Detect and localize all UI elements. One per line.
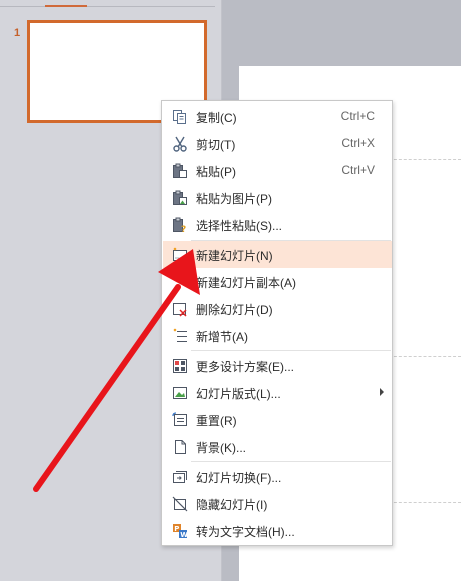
menu-item-cut[interactable]: 剪切(T) Ctrl+X <box>163 130 392 157</box>
copy-icon <box>171 108 188 125</box>
add-section-icon <box>171 327 188 344</box>
submenu-arrow-icon <box>380 388 384 396</box>
menu-item-hide-slide[interactable]: 隐藏幻灯片(I) <box>163 490 392 517</box>
menu-separator <box>191 461 391 462</box>
menu-item-paste-as-picture[interactable]: 粘贴为图片(P) <box>163 184 392 211</box>
thumbnail-panel-tabs <box>0 0 215 7</box>
menu-item-label: 重置(R) <box>196 414 237 428</box>
menu-item-reset[interactable]: 重置(R) <box>163 406 392 433</box>
menu-item-paste-special[interactable]: ? 选择性粘贴(S)... <box>163 211 392 238</box>
slide-transition-icon <box>171 468 188 485</box>
menu-item-slide-layout[interactable]: 幻灯片版式(L)... <box>163 379 392 406</box>
menu-item-delete-slide[interactable]: 删除幻灯片(D) <box>163 295 392 322</box>
svg-text:W: W <box>180 531 188 539</box>
paste-icon <box>171 162 188 179</box>
menu-item-duplicate-slide[interactable]: 新建幻灯片副本(A) <box>163 268 392 295</box>
duplicate-slide-icon <box>171 273 188 290</box>
menu-item-label: 选择性粘贴(S)... <box>196 219 282 233</box>
menu-item-label: 新建幻灯片副本(A) <box>196 276 296 290</box>
menu-item-label: 背景(K)... <box>196 441 246 455</box>
placeholder-border <box>389 159 461 160</box>
menu-item-more-designs[interactable]: 更多设计方案(E)... <box>163 352 392 379</box>
placeholder-border <box>389 356 461 357</box>
menu-item-label: 幻灯片版式(L)... <box>196 387 281 401</box>
menu-item-convert-to-document[interactable]: P W 转为文字文档(H)... <box>163 517 392 544</box>
paste-as-picture-icon <box>171 189 188 206</box>
menu-item-label: 更多设计方案(E)... <box>196 360 294 374</box>
active-tab-indicator <box>45 5 87 7</box>
menu-item-shortcut: Ctrl+C <box>340 109 375 123</box>
convert-to-document-icon: P W <box>171 522 188 539</box>
hide-slide-icon <box>171 495 188 512</box>
reset-icon <box>171 411 188 428</box>
menu-item-slide-transition[interactable]: 幻灯片切换(F)... <box>163 463 392 490</box>
menu-item-label: 剪切(T) <box>196 138 236 152</box>
new-slide-icon <box>171 246 188 263</box>
menu-item-shortcut: Ctrl+V <box>341 163 375 177</box>
menu-item-label: 删除幻灯片(D) <box>196 303 273 317</box>
menu-item-label: 转为文字文档(H)... <box>196 525 295 539</box>
menu-item-paste[interactable]: 粘贴(P) Ctrl+V <box>163 157 392 184</box>
menu-item-label: 粘贴(P) <box>196 165 236 179</box>
menu-item-label: 隐藏幻灯片(I) <box>196 498 268 512</box>
menu-item-label: 新建幻灯片(N) <box>196 249 273 263</box>
menu-item-add-section[interactable]: 新增节(A) <box>163 322 392 349</box>
menu-item-label: 幻灯片切换(F)... <box>196 471 282 485</box>
svg-text:P: P <box>174 525 179 533</box>
svg-text:?: ? <box>181 225 186 233</box>
menu-item-copy[interactable]: 复制(C) Ctrl+C <box>163 103 392 130</box>
design-scheme-icon <box>171 357 188 374</box>
paste-special-icon: ? <box>171 216 188 233</box>
slide-layout-icon <box>171 384 188 401</box>
scissors-icon <box>171 135 188 152</box>
delete-slide-icon <box>171 300 188 317</box>
placeholder-border <box>389 502 461 503</box>
menu-item-label: 复制(C) <box>196 111 237 125</box>
background-icon <box>171 438 188 455</box>
menu-item-label: 新增节(A) <box>196 330 248 344</box>
slide-number: 1 <box>14 27 21 39</box>
menu-item-label: 粘贴为图片(P) <box>196 192 272 206</box>
menu-item-shortcut: Ctrl+X <box>341 136 375 150</box>
menu-item-new-slide[interactable]: 新建幻灯片(N) <box>163 241 392 268</box>
menu-item-background[interactable]: 背景(K)... <box>163 433 392 460</box>
context-menu: 复制(C) Ctrl+C 剪切(T) Ctrl+X 粘贴(P) Ctrl+V 粘… <box>161 100 393 546</box>
menu-separator <box>191 350 391 351</box>
